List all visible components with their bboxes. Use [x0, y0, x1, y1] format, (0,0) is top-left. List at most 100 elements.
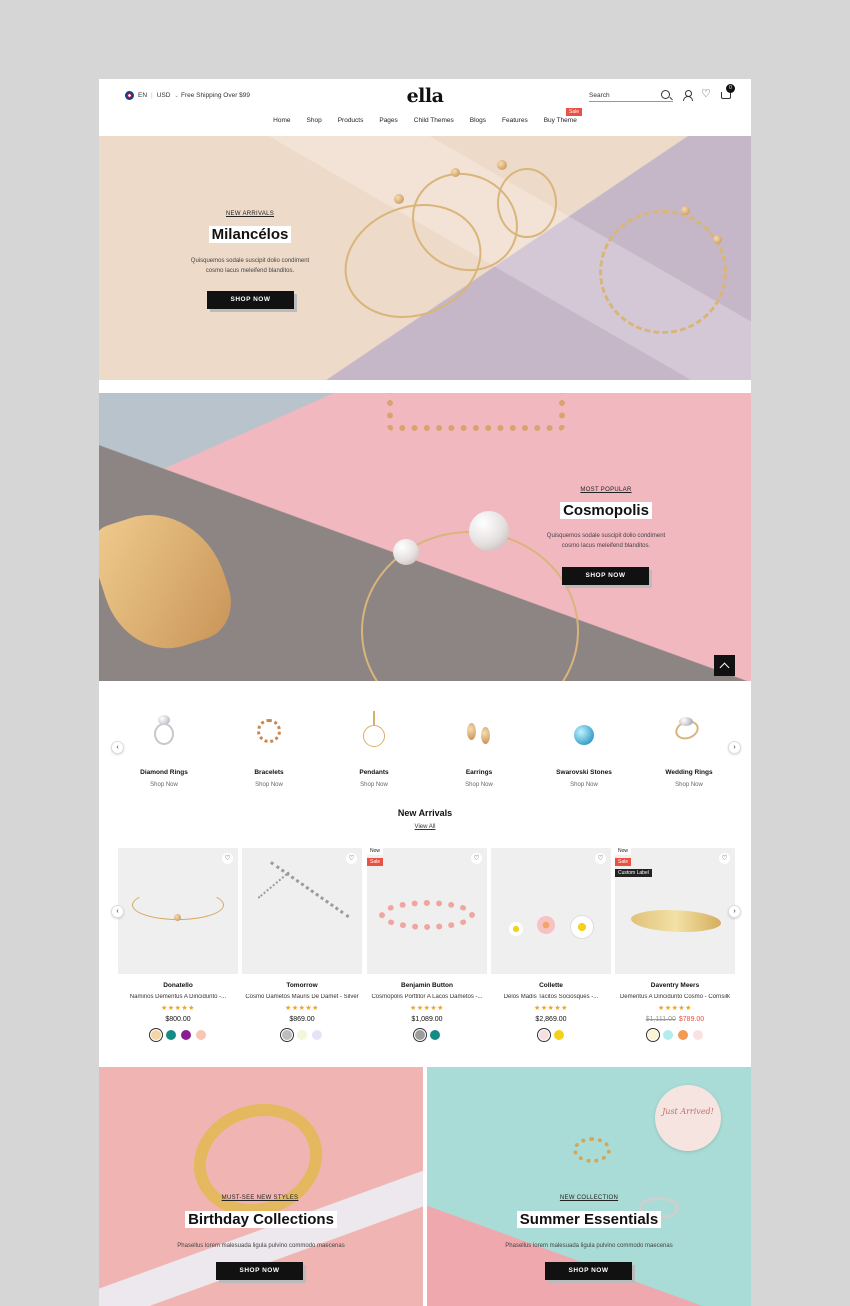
product-card[interactable]: Now Sale ♡ Benjamin Button Cosmopolis Po… — [367, 847, 487, 1040]
promo-title-text: Birthday Collections — [185, 1211, 337, 1228]
product-name[interactable]: Donatello — [118, 982, 238, 989]
wishlist-heart-icon[interactable]: ♡ — [719, 853, 730, 864]
product-image[interactable]: ♡ — [242, 848, 362, 974]
swatch[interactable] — [414, 1030, 425, 1040]
swatch[interactable] — [297, 1030, 307, 1040]
swarovski-stone-icon — [534, 709, 634, 757]
nav-item-features[interactable]: Features — [494, 117, 536, 124]
daisy-earring — [571, 916, 593, 938]
hero-kicker: NEW ARRIVALS — [225, 211, 275, 217]
sale-badge: Sale — [367, 858, 384, 866]
swatch[interactable] — [312, 1030, 322, 1040]
product-image[interactable]: ♡ — [118, 848, 238, 974]
price-value: $869.00 — [289, 1016, 315, 1023]
wishlist-heart-icon[interactable]: ♡ — [701, 89, 711, 100]
shop-now-link[interactable]: Shop Now — [114, 782, 214, 788]
swatch[interactable] — [150, 1030, 161, 1040]
search-icon[interactable] — [661, 90, 670, 99]
product-price: $800.00 — [118, 1016, 238, 1023]
product-name[interactable]: Benjamin Button — [367, 982, 487, 989]
scroll-to-top-button[interactable] — [714, 655, 735, 676]
product-name[interactable]: Tomorrow — [242, 982, 362, 989]
blue-stone — [574, 725, 594, 745]
old-price: $1,111.00 — [645, 1016, 676, 1023]
swatch[interactable] — [429, 1030, 440, 1040]
wishlist-heart-icon[interactable]: ♡ — [471, 853, 482, 864]
bracelet-icon — [219, 709, 319, 757]
product-charm — [174, 914, 181, 921]
product-image[interactable]: Now Sale Custom Label ♡ — [615, 847, 735, 974]
nav-item-products[interactable]: Products — [330, 117, 372, 124]
swatch[interactable] — [692, 1030, 703, 1040]
promo-kicker: NEW COLLECTION — [559, 1195, 619, 1201]
page: EN | USD ⌄ Free Shipping Over $99 ella S… — [99, 79, 751, 1306]
nav-item-buy-theme[interactable]: Buy Theme — [536, 117, 585, 124]
new-badge: Now — [367, 847, 384, 855]
product-image[interactable]: ♡ — [491, 848, 611, 974]
wishlist-heart-icon[interactable]: ♡ — [595, 853, 606, 864]
category-earrings[interactable]: Earrings Shop Now — [429, 709, 529, 788]
product-card[interactable]: ♡ Collette Delos Madis Tacitos Sociosque… — [491, 848, 611, 1040]
category-diamond-rings[interactable]: Diamond Rings Shop Now — [114, 709, 214, 788]
product-card[interactable]: ♡ Tomorrow Cosmo Dametos Mauris De Damet… — [242, 848, 362, 1040]
product-description: Cosmo Dametos Mauris De Damet - Silver — [245, 994, 359, 1000]
swatch[interactable] — [538, 1030, 549, 1040]
product-price: $1,089.00 — [367, 1016, 487, 1023]
nav-item-shop[interactable]: Shop — [299, 117, 330, 124]
category-name: Diamond Rings — [140, 769, 188, 776]
shop-now-button[interactable]: SHOP NOW — [207, 291, 294, 309]
pendant-icon — [324, 709, 424, 757]
swatch[interactable] — [165, 1030, 176, 1040]
wishlist-heart-icon[interactable]: ♡ — [222, 853, 233, 864]
product-image[interactable]: Now Sale ♡ — [367, 847, 487, 974]
sale-badge: Sale — [615, 858, 632, 866]
hero-description: Quisquemos sodale suscipit dolio condime… — [546, 533, 666, 549]
swatch[interactable] — [195, 1030, 206, 1040]
bracelet-bead — [451, 168, 460, 177]
product-chain — [269, 861, 350, 919]
swatch[interactable] — [282, 1030, 292, 1040]
product-name[interactable]: Daventry Meers — [615, 982, 735, 989]
product-card[interactable]: Now Sale Custom Label ♡ Daventry Meers D… — [615, 847, 735, 1040]
swatch[interactable] — [180, 1030, 191, 1040]
shop-now-button[interactable]: SHOP NOW — [562, 567, 649, 585]
shop-now-link[interactable]: Shop Now — [429, 782, 529, 788]
products-prev-button[interactable]: ‹ — [111, 905, 124, 918]
wishlist-heart-icon[interactable]: ♡ — [346, 853, 357, 864]
category-pendants[interactable]: Pendants Shop Now — [324, 709, 424, 788]
product-chain — [257, 871, 291, 900]
earring-right — [481, 727, 490, 744]
color-swatches — [118, 1030, 238, 1040]
nav-item-child-themes[interactable]: Child Themes — [406, 117, 462, 124]
shop-now-link[interactable]: Shop Now — [639, 782, 739, 788]
view-all-link[interactable]: View All — [99, 824, 751, 830]
product-description: Cosmopolis Porttitor A Lacos Dametos -..… — [371, 994, 483, 1000]
promo-description: Phasellus lorem malesuada ligula pulvino… — [177, 1243, 345, 1249]
product-card[interactable]: ♡ Donatello Naminos Dementus A Dincidunt… — [118, 848, 238, 1040]
header: EN | USD ⌄ Free Shipping Over $99 ella S… — [99, 79, 751, 136]
nav-item-pages[interactable]: Pages — [371, 117, 405, 124]
shop-now-link[interactable]: Shop Now — [324, 782, 424, 788]
hero-kicker: MOST POPULAR — [580, 487, 632, 493]
category-swarovski-stones[interactable]: Swarovski Stones Shop Now — [534, 709, 634, 788]
just-arrived-sticker: Just Arrived! — [655, 1085, 721, 1151]
shop-now-button[interactable]: SHOP NOW — [216, 1262, 303, 1280]
category-wedding-rings[interactable]: Wedding Rings Shop Now — [639, 709, 739, 788]
bracelet-chain — [257, 719, 281, 743]
category-bracelets[interactable]: Bracelets Shop Now — [219, 709, 319, 788]
bracelet-bead — [497, 160, 507, 170]
product-name[interactable]: Collette — [491, 982, 611, 989]
shop-now-link[interactable]: Shop Now — [219, 782, 319, 788]
color-swatches — [367, 1030, 487, 1040]
chain-bracelet-image — [387, 393, 565, 431]
swatch[interactable] — [677, 1030, 688, 1040]
swatch[interactable] — [662, 1030, 673, 1040]
products-next-button[interactable]: › — [728, 905, 741, 918]
nav-item-home[interactable]: Home — [265, 117, 298, 124]
shop-now-link[interactable]: Shop Now — [534, 782, 634, 788]
nav-item-blogs[interactable]: Blogs — [462, 117, 494, 124]
swatch[interactable] — [647, 1030, 658, 1040]
swatch[interactable] — [553, 1030, 564, 1040]
user-icon[interactable] — [682, 90, 693, 101]
shop-now-button[interactable]: SHOP NOW — [545, 1262, 632, 1280]
